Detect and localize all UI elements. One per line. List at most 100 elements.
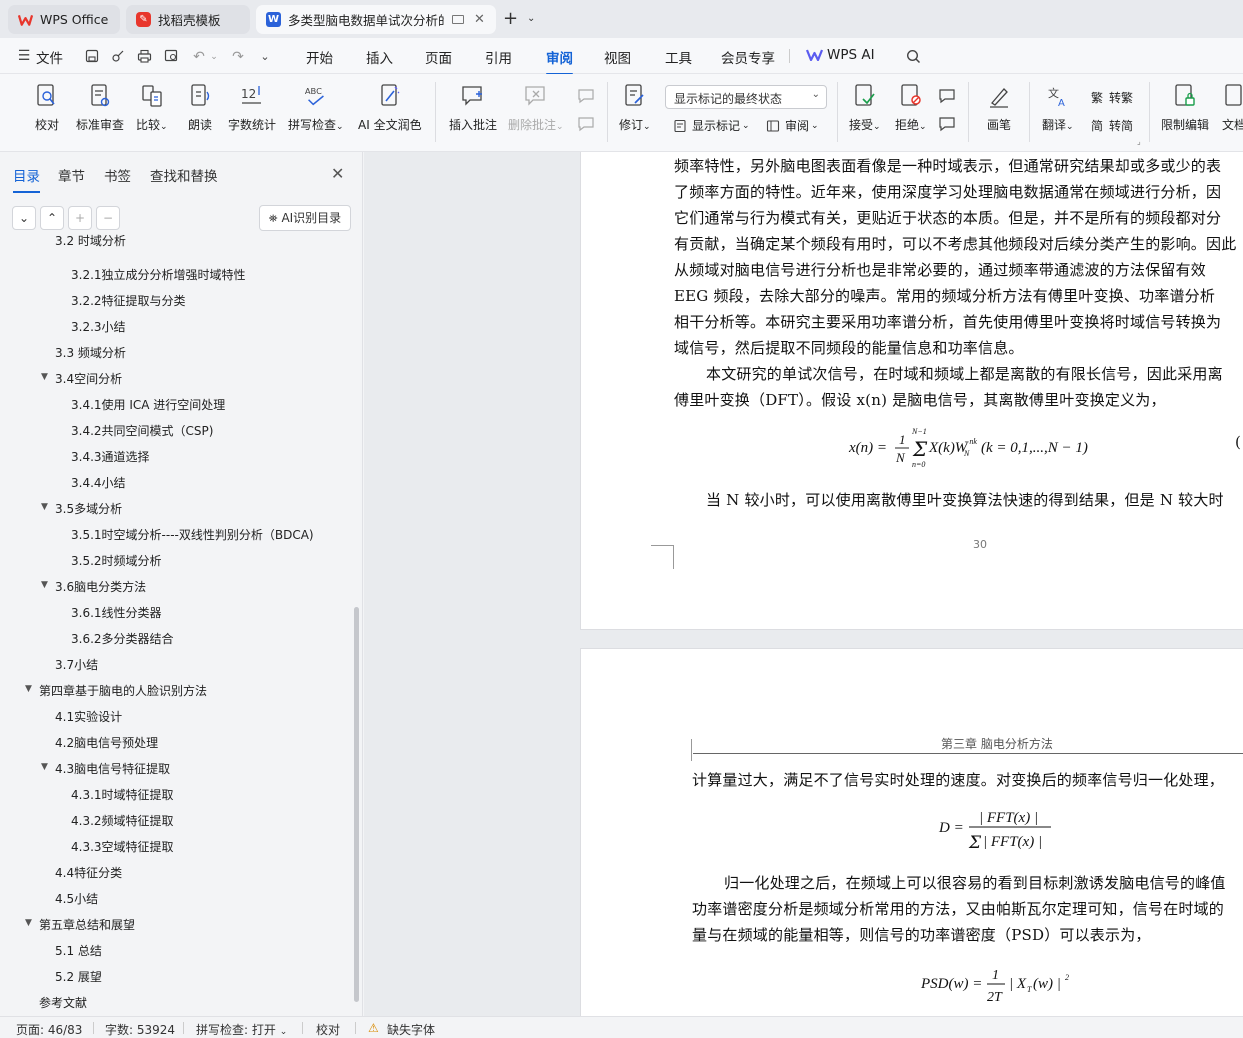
panel-tab-sections[interactable]: 章节 [58, 165, 85, 185]
menu-file[interactable]: 文件 [36, 47, 63, 67]
prev-comment-icon[interactable] [577, 88, 595, 107]
toc-expand-caret-icon[interactable]: ▼ [25, 684, 32, 694]
toc-item[interactable]: 4.2脑电信号预处理 [55, 734, 158, 751]
redo-icon[interactable]: ↷ [230, 49, 246, 65]
toc-item[interactable]: 3.2.1独立成分分析增强时域特性 [71, 266, 246, 283]
toc-item[interactable]: 3.5.1时空域分析----双线性判别分析（BDCA) [71, 526, 314, 543]
toc-item[interactable]: 第五章总结和展望 [39, 916, 135, 933]
toc-item[interactable]: 3.6.2多分类器结合 [71, 630, 174, 647]
next-revision-icon[interactable] [938, 116, 956, 135]
more-chevron-icon[interactable]: ⌄ [257, 49, 273, 65]
proof-status[interactable]: 校对 [316, 1021, 340, 1038]
toc-expand-caret-icon[interactable]: ▼ [41, 580, 48, 590]
toc-item[interactable]: 3.4.4小结 [71, 474, 126, 491]
menu-view[interactable]: 视图 [604, 47, 631, 67]
close-tab-icon[interactable]: ✕ [474, 12, 485, 27]
toc-item[interactable]: 5.2 展望 [55, 968, 102, 985]
restrict-edit-button[interactable]: 限制编辑 [1161, 82, 1209, 133]
panel-tab-find-replace[interactable]: 查找和替换 [150, 165, 218, 185]
proofread-button[interactable]: 校对 [34, 82, 60, 133]
export-icon[interactable] [110, 49, 126, 65]
reject-button[interactable]: 拒绝⌄ [895, 82, 927, 133]
prev-revision-icon[interactable] [938, 88, 956, 107]
panel-tab-toc[interactable]: 目录 [13, 165, 40, 193]
toc-item[interactable]: 4.3脑电信号特征提取 [55, 760, 170, 777]
word-count-indicator[interactable]: 字数: 53924 [105, 1021, 175, 1038]
tab-document[interactable]: W 多类型脑电数据单试次分析的 ✕ [256, 5, 496, 34]
undo-icon[interactable]: ↶ [191, 49, 207, 65]
translate-button[interactable]: 文A 翻译⌄ [1042, 82, 1074, 133]
spell-check-button[interactable]: ABC 拼写检查⌄ [288, 82, 344, 133]
search-icon[interactable] [905, 49, 921, 65]
hamburger-menu-icon[interactable]: ☰ [16, 48, 32, 64]
to-traditional-button[interactable]: 繁转繁 [1089, 89, 1133, 106]
menu-start[interactable]: 开始 [306, 47, 333, 67]
toc-item[interactable]: 3.6脑电分类方法 [55, 578, 146, 595]
toc-item[interactable]: 3.5多域分析 [55, 500, 122, 517]
chevron-down-icon[interactable]: ⌄ [527, 13, 535, 24]
display-mode-select[interactable]: 显示标记的最终状态 ⌄ [665, 85, 827, 109]
review-pane-button[interactable]: 审阅 ⌄ [765, 117, 819, 134]
compare-button[interactable]: 比较⌄ [136, 82, 168, 133]
save-icon[interactable] [84, 49, 100, 65]
menu-review[interactable]: 审阅 [546, 47, 573, 75]
show-marks-button[interactable]: 显示标记 ⌄ [672, 117, 750, 134]
toc-item[interactable]: 3.2 时域分析 [55, 234, 126, 249]
toc-item[interactable]: 4.1实验设计 [55, 708, 122, 725]
page-indicator[interactable]: 页面: 46/83 [16, 1021, 82, 1038]
next-comment-icon[interactable] [577, 116, 595, 135]
toc-scrollbar[interactable] [354, 607, 359, 1002]
tab-docer-templates[interactable]: ✎ 找稻壳模板 [126, 5, 250, 34]
ai-toc-button[interactable]: ⛯ AI识别目录 [259, 205, 351, 231]
toc-item[interactable]: 4.4特征分类 [55, 864, 122, 881]
delete-comment-button[interactable]: 删除批注⌄ [508, 82, 564, 133]
document-button[interactable]: 文档 [1221, 82, 1243, 133]
standard-review-button[interactable]: 标准审查 [76, 82, 124, 133]
menu-page[interactable]: 页面 [425, 47, 452, 67]
remove-heading-button[interactable]: − [96, 206, 120, 230]
menu-references[interactable]: 引用 [485, 47, 512, 67]
to-simplified-button[interactable]: 简转简 [1089, 117, 1133, 134]
monitor-icon[interactable] [452, 15, 464, 24]
insert-comment-button[interactable]: 插入批注 [449, 82, 497, 133]
toc-item[interactable]: 5.1 总结 [55, 942, 102, 959]
toc-item[interactable]: 3.2.3小结 [71, 318, 126, 335]
menu-member[interactable]: 会员专享 [721, 47, 775, 67]
toc-item[interactable]: 4.5小结 [55, 890, 98, 907]
print-icon[interactable] [136, 49, 152, 65]
toc-expand-caret-icon[interactable]: ▼ [41, 502, 48, 512]
group-expand-icon[interactable]: ⌟ [1137, 137, 1141, 146]
tab-wps-office[interactable]: WPS Office [8, 5, 120, 34]
accept-button[interactable]: 接受⌄ [849, 82, 881, 133]
pen-button[interactable]: 画笔 [986, 82, 1012, 133]
spell-check-toggle[interactable]: 拼写检查: 打开 ⌄ [196, 1021, 287, 1038]
menu-tools[interactable]: 工具 [665, 47, 692, 67]
panel-tab-bookmarks[interactable]: 书签 [104, 165, 131, 185]
document-canvas[interactable]: 频率特性，另外脑电图表面看像是一种时域表示，但通常研究结果却或多或少的表 了频率… [364, 152, 1243, 1016]
menu-wps-ai[interactable]: WPS AI [806, 47, 875, 63]
toc-expand-caret-icon[interactable]: ▼ [25, 918, 32, 928]
expand-up-button[interactable]: ⌃ [40, 206, 64, 230]
close-panel-icon[interactable]: ✕ [331, 164, 344, 183]
toc-item[interactable]: 4.3.1时域特征提取 [71, 786, 174, 803]
toc-item[interactable]: 3.4.3通道选择 [71, 448, 150, 465]
revise-button[interactable]: 修订⌄ [619, 82, 651, 133]
toc-item[interactable]: 3.4.2共同空间模式（CSP) [71, 422, 213, 439]
toc-expand-caret-icon[interactable]: ▼ [41, 762, 48, 772]
word-count-button[interactable]: 12 字数统计 [228, 82, 276, 133]
toc-item[interactable]: 3.7小结 [55, 656, 98, 673]
print-preview-icon[interactable] [163, 49, 179, 65]
toc-item[interactable]: 4.3.3空域特征提取 [71, 838, 174, 855]
missing-font-indicator[interactable]: 缺失字体 [387, 1021, 435, 1038]
toc-item[interactable]: 3.6.1线性分类器 [71, 604, 162, 621]
toc-item[interactable]: 3.4空间分析 [55, 370, 122, 387]
toc-expand-caret-icon[interactable]: ▼ [41, 372, 48, 382]
toc-item[interactable]: 4.3.2频域特征提取 [71, 812, 174, 829]
toc-item[interactable]: 3.4.1使用 ICA 进行空间处理 [71, 396, 225, 413]
menu-insert[interactable]: 插入 [366, 47, 393, 67]
toc-item[interactable]: 3.5.2时频域分析 [71, 552, 162, 569]
toc-item[interactable]: 参考文献 [39, 994, 87, 1011]
collapse-all-button[interactable]: ⌄ [12, 206, 36, 230]
toc-item[interactable]: 3.3 频域分析 [55, 344, 126, 361]
toc-item[interactable]: 第四章基于脑电的人脸识别方法 [39, 682, 207, 699]
